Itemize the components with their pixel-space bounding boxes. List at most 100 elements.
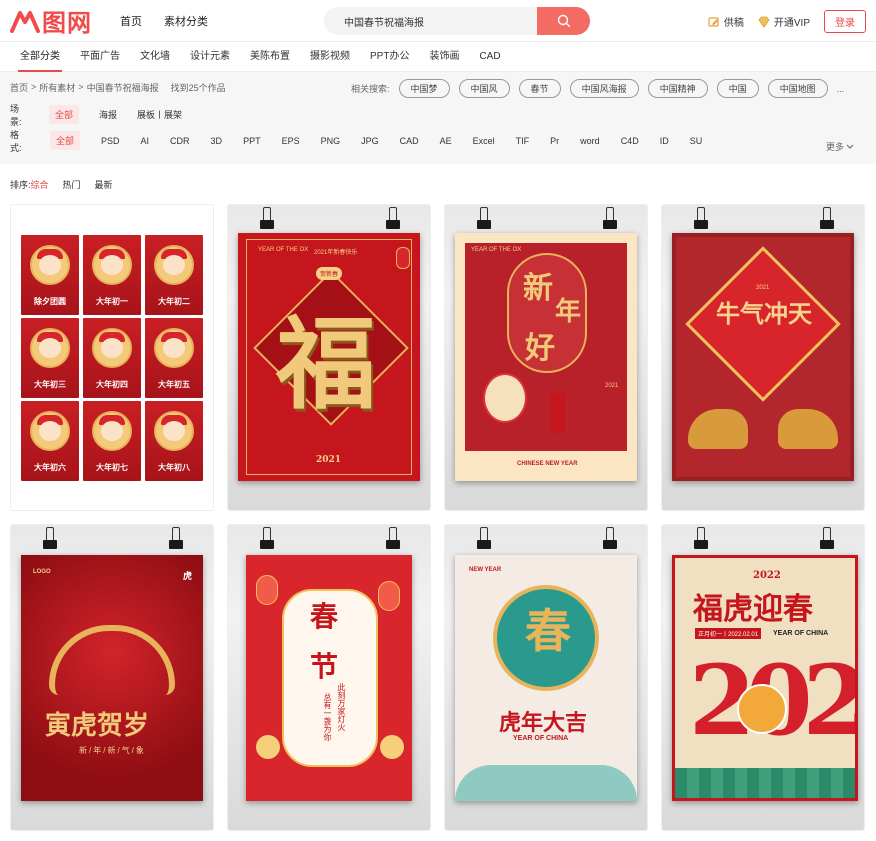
poster-top-text: YEAR OF THE OX	[471, 247, 522, 253]
poster-main-text: 福	[276, 305, 376, 423]
format-more-label: 更多	[825, 142, 844, 152]
format-option[interactable]: SU	[690, 136, 703, 146]
result-card[interactable]: LOGO 虎 寅虎贺岁 新/年/新/气/象	[10, 524, 214, 831]
chevron-down-icon	[846, 144, 854, 149]
format-option[interactable]: Pr	[550, 136, 559, 146]
tab-cad[interactable]: CAD	[469, 42, 510, 72]
poster-top-text: NEW YEAR	[469, 567, 502, 573]
poster-badge: 贺新春	[316, 267, 343, 280]
mini-poster-label: 大年初一	[96, 296, 128, 306]
result-card[interactable]: NEW YEAR 春 虎年大吉 YEAR OF CHINA	[444, 524, 648, 831]
contribute-link[interactable]: 供稿	[708, 14, 744, 29]
scene-label: 场景:	[10, 103, 22, 127]
mini-poster-label: 大年初五	[158, 379, 190, 389]
tab-decor[interactable]: 装饰画	[419, 42, 469, 72]
poster-char: 年	[555, 297, 582, 327]
category-tabs: 全部分类 平面广告 文化墙 设计元素 美陈布置 摄影视频 PPT办公 装饰画 C…	[0, 42, 876, 72]
binder-clip-icon	[694, 207, 708, 231]
poster-main-text: 寅虎贺岁	[45, 711, 150, 741]
related-term[interactable]: 中国地图	[767, 79, 828, 98]
search-input[interactable]	[324, 15, 537, 27]
binder-clip-icon	[477, 527, 491, 551]
poster-year: 2021	[316, 455, 342, 465]
binder-clip-icon	[603, 207, 617, 231]
result-card[interactable]: 除夕团圆 大年初一 大年初二 大年初三 大年初四 大年初五 大年初六 大年初七 …	[10, 204, 214, 511]
format-option[interactable]: TIF	[516, 136, 530, 146]
binder-clip-icon	[477, 207, 491, 231]
search-icon	[557, 14, 570, 28]
format-option[interactable]: ID	[660, 136, 669, 146]
format-option[interactable]: AE	[440, 136, 452, 146]
scene-option-all[interactable]: 全部	[49, 105, 80, 124]
tab-culture-wall[interactable]: 文化墙	[130, 42, 180, 72]
format-option[interactable]: word	[580, 136, 600, 146]
tab-design-elements[interactable]: 设计元素	[180, 42, 240, 72]
breadcrumb-all[interactable]: 所有素材	[39, 81, 75, 94]
nav-home[interactable]: 首页	[120, 13, 142, 29]
mini-poster: 大年初一	[83, 235, 141, 315]
format-option[interactable]: PNG	[321, 136, 341, 146]
result-card[interactable]: 牛气冲天 2021	[661, 204, 865, 511]
login-button[interactable]: 登录	[824, 10, 866, 33]
header-actions: 供稿 开通VIP 登录	[708, 10, 866, 33]
binder-clip-icon	[820, 527, 834, 551]
result-count: 找到25个作品	[170, 82, 226, 93]
format-option[interactable]: C4D	[621, 136, 639, 146]
sort-option-default[interactable]: 综合	[31, 178, 49, 191]
result-card[interactable]: 2022 福虎迎春 正月初一丨2022.02.01 YEAR OF CHINA …	[661, 524, 865, 831]
result-card[interactable]: YEAR OF THE OX 2021年新春快乐 贺新春 福 2021	[227, 204, 431, 511]
result-card[interactable]: YEAR OF THE OX 新 年 好 CHINESE NEW YEAR 20…	[444, 204, 648, 511]
tab-all[interactable]: 全部分类	[10, 42, 70, 72]
diamond-icon	[758, 16, 770, 28]
related-term[interactable]: 中国风	[458, 79, 510, 98]
format-option[interactable]: 全部	[50, 131, 81, 150]
result-card[interactable]: 春 节 此刻万家灯火 总有一盏为你	[227, 524, 431, 831]
scene-filter: 场景: 全部 海报 展板丨展架	[10, 102, 866, 127]
nav-material-category[interactable]: 素材分类	[164, 13, 208, 29]
scene-option-board[interactable]: 展板丨展架	[137, 108, 182, 121]
logo-text: 图网	[42, 9, 92, 37]
tab-photo-video[interactable]: 摄影视频	[300, 42, 360, 72]
search-button[interactable]	[537, 7, 590, 35]
site-logo[interactable]: 图网	[10, 6, 92, 37]
scene-option-poster[interactable]: 海报	[99, 108, 117, 121]
format-option[interactable]: Excel	[473, 136, 495, 146]
format-more-toggle[interactable]: 更多	[826, 140, 854, 153]
format-option[interactable]: CDR	[170, 136, 190, 146]
related-term[interactable]: 中国梦	[398, 79, 450, 98]
breadcrumb-home[interactable]: 首页	[10, 81, 28, 94]
format-option[interactable]: PPT	[243, 136, 261, 146]
sort-option-popular[interactable]: 热门	[63, 178, 81, 191]
poster-year: 2022	[753, 570, 781, 581]
mini-poster-label: 大年初四	[96, 379, 128, 389]
vip-label: 开通VIP	[773, 18, 810, 29]
related-term[interactable]: 中国精神	[647, 79, 708, 98]
vip-link[interactable]: 开通VIP	[758, 14, 810, 29]
mini-poster-label: 大年初二	[158, 296, 190, 306]
tab-print-ad[interactable]: 平面广告	[70, 42, 130, 72]
mini-poster-label: 大年初三	[34, 379, 66, 389]
format-option[interactable]: 3D	[211, 136, 223, 146]
sort-option-newest[interactable]: 最新	[95, 178, 113, 191]
binder-clip-icon	[603, 527, 617, 551]
tab-display[interactable]: 美陈布置	[240, 42, 300, 72]
tab-ppt[interactable]: PPT办公	[360, 42, 419, 72]
mini-poster: 大年初七	[83, 401, 141, 481]
related-term[interactable]: 春节	[518, 79, 561, 98]
poster-char: 新	[523, 271, 553, 306]
mini-poster: 大年初八	[145, 401, 203, 481]
format-option[interactable]: AI	[141, 136, 150, 146]
related-term[interactable]: 中国风海报	[569, 79, 639, 98]
format-option[interactable]: EPS	[282, 136, 300, 146]
related-more[interactable]: ...	[837, 84, 845, 94]
mini-poster: 大年初三	[21, 318, 79, 398]
format-option[interactable]: JPG	[361, 136, 379, 146]
binder-clip-icon	[43, 527, 57, 551]
mini-poster: 大年初五	[145, 318, 203, 398]
format-option[interactable]: PSD	[101, 136, 120, 146]
binder-clip-icon	[386, 527, 400, 551]
sort-bar: 排序: 综合 热门 最新	[0, 164, 876, 204]
format-option[interactable]: CAD	[400, 136, 419, 146]
poster-char: 春	[310, 600, 339, 633]
related-term[interactable]: 中国	[716, 79, 759, 98]
